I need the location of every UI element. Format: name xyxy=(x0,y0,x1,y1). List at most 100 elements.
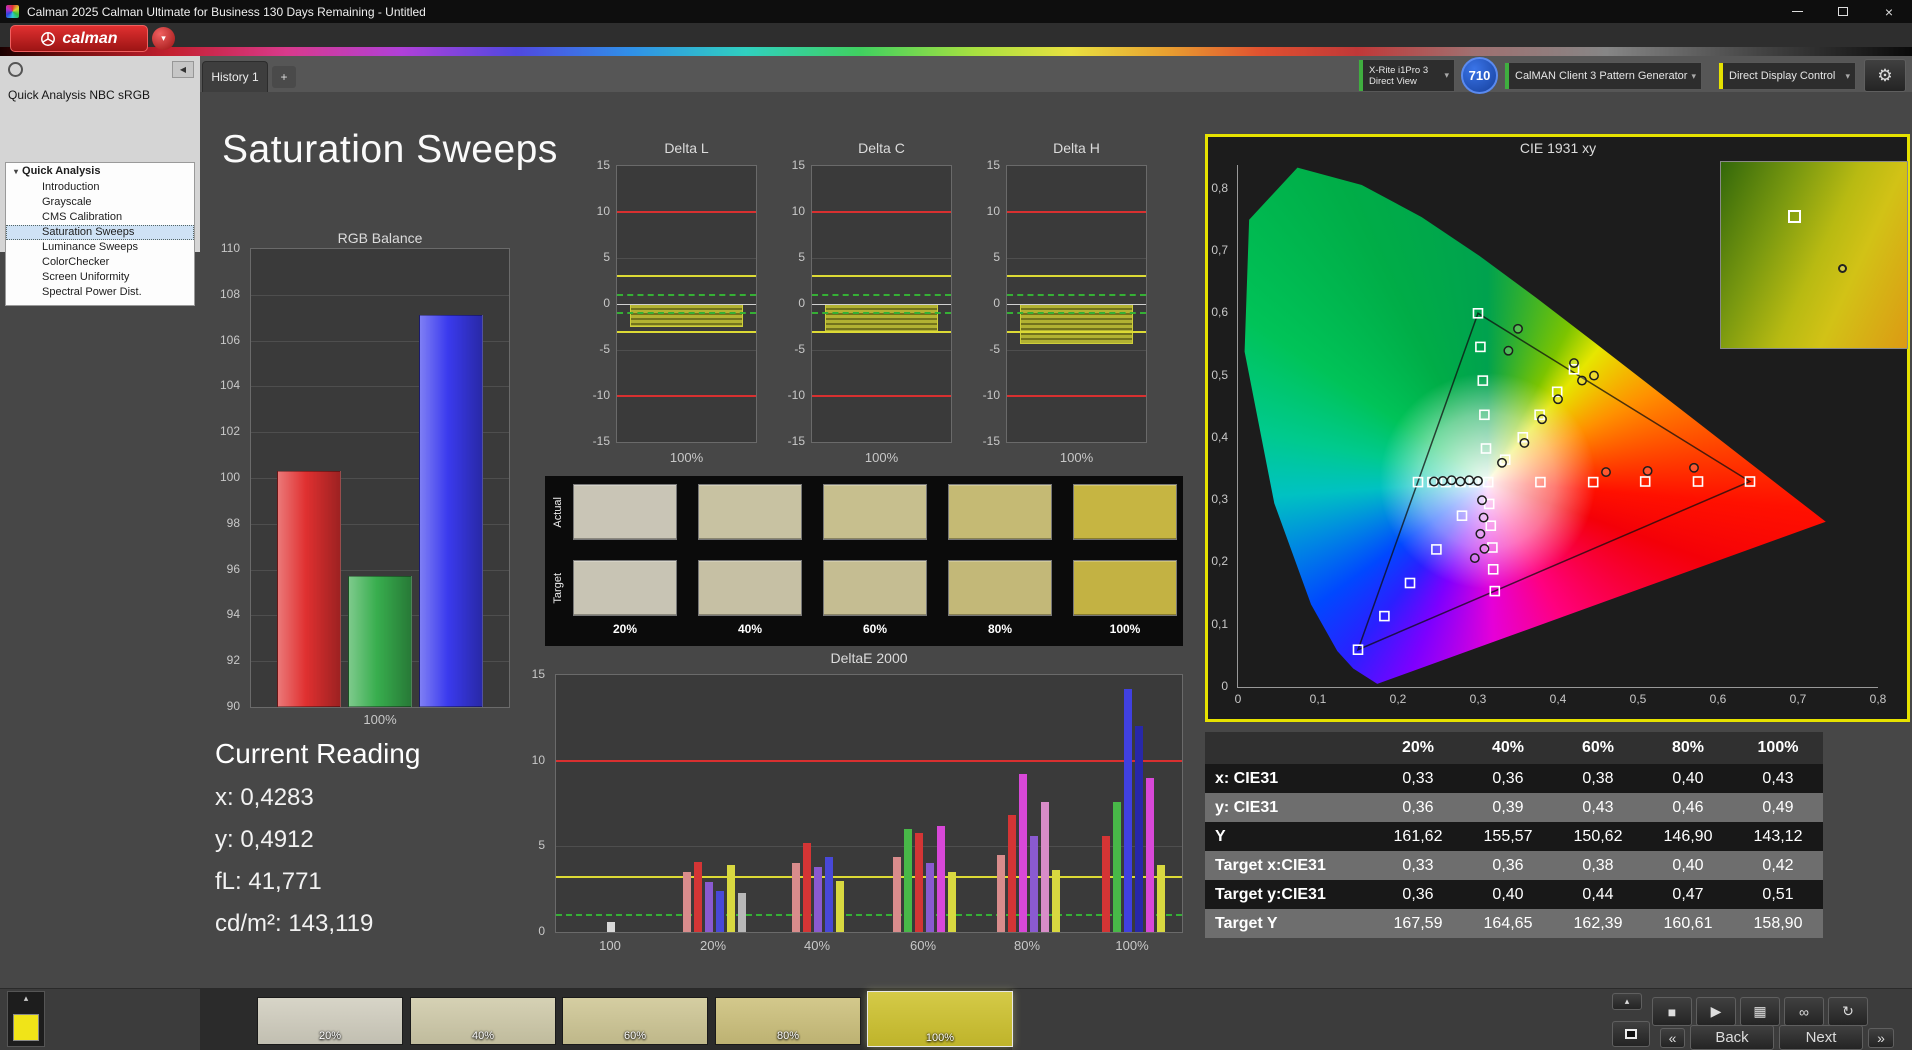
play-button[interactable]: ▶ xyxy=(1696,997,1736,1026)
ref-line-green xyxy=(1007,312,1146,315)
cie-xtick: 0,2 xyxy=(1389,692,1407,706)
tree-root-quick-analysis[interactable]: ▾ Quick Analysis xyxy=(6,163,194,180)
minimize-button[interactable] xyxy=(1774,0,1820,23)
back-button[interactable]: Back xyxy=(1690,1025,1774,1050)
tray-button[interactable]: ▴ xyxy=(1612,993,1642,1010)
ytick: 10 xyxy=(596,204,610,218)
skip-back-button[interactable]: « xyxy=(1660,1028,1685,1048)
source-status-stripe xyxy=(1505,63,1509,89)
ytick: 15 xyxy=(986,158,1000,172)
de-ytick: 15 xyxy=(531,667,545,681)
patch-col-label: 60% xyxy=(862,622,888,636)
close-button[interactable]: × xyxy=(1866,0,1912,23)
deltae-bar xyxy=(1052,870,1060,932)
zero-line xyxy=(617,304,756,305)
meter-status-stripe xyxy=(1359,60,1363,91)
table-cell: 0,40 xyxy=(1672,769,1704,787)
deltae-bar xyxy=(1019,774,1027,932)
sidebar-item-cms-calibration[interactable]: CMS Calibration xyxy=(6,210,194,225)
table-col-header: 100% xyxy=(1757,739,1799,756)
sidebar-collapse-button[interactable]: ◀ xyxy=(172,61,194,78)
maximize-button[interactable] xyxy=(1820,0,1866,23)
stop-button[interactable]: ■ xyxy=(1652,997,1692,1026)
skip-forward-button[interactable]: » xyxy=(1868,1028,1894,1048)
table-cell: 0,46 xyxy=(1672,798,1704,816)
pattern-source-selector[interactable]: CalMAN Client 3 Pattern Generator ▾ xyxy=(1504,62,1702,90)
ytick: 5 xyxy=(993,250,1000,264)
cie-x-ticks: 0 0,1 0,2 0,3 0,4 0,5 0,6 0,7 0,8 xyxy=(1235,692,1887,708)
pattern-thumb-40%[interactable]: 40% xyxy=(410,997,556,1045)
table-col-header: 40% xyxy=(1491,739,1525,756)
rgb-balance-title: RGB Balance xyxy=(337,230,423,246)
display-control-selector[interactable]: Direct Display Control ▾ xyxy=(1718,62,1856,90)
refresh-button[interactable]: ↻ xyxy=(1828,997,1868,1026)
delta-bar xyxy=(824,304,939,333)
table-cell: 0,36 xyxy=(1402,798,1434,816)
pattern-thumb-100%[interactable]: 100% xyxy=(867,991,1013,1047)
table-row: Target x:CIE31 0,33 0,36 0,38 0,40 0,42 xyxy=(1205,851,1823,880)
pattern-thumb-80%[interactable]: 80% xyxy=(715,997,861,1045)
deltae-title: DeltaE 2000 xyxy=(830,650,908,666)
table-header-row: 20% 40% 60% 80% 100% xyxy=(1205,732,1823,764)
ref-line-yellow xyxy=(1007,275,1146,278)
patch-col-label: 100% xyxy=(1109,622,1141,636)
ref-line-red xyxy=(1007,211,1146,213)
deltae-bar xyxy=(915,833,923,932)
bottom-bar: 20% 40% 60% 80% 100% ▴ ▴ ■ ▶ ▦ ∞ ↻ « Back Ne… xyxy=(0,988,1912,1050)
table-cell: 0,36 xyxy=(1492,856,1524,874)
table-cell: 0,33 xyxy=(1402,856,1434,874)
ytick: 0 xyxy=(798,296,805,310)
pattern-swatch-box[interactable]: ▴ xyxy=(7,991,45,1047)
cie-xtick: 0,1 xyxy=(1309,692,1327,706)
ref-line-yellow xyxy=(812,275,951,278)
sidebar-item-saturation-sweeps[interactable]: Saturation Sweeps xyxy=(6,225,194,240)
ytick: -10 xyxy=(592,388,610,402)
tab-history-1[interactable]: History 1 xyxy=(202,61,268,92)
logo-menu-button[interactable]: ▾ xyxy=(152,27,175,50)
settings-button[interactable]: ⚙ xyxy=(1864,59,1906,92)
ref-line-yellow xyxy=(812,330,951,333)
gridline xyxy=(617,258,756,259)
rgb-ytick: 94 xyxy=(226,607,240,622)
sidebar-item-spectral-power-dist-[interactable]: Spectral Power Dist. xyxy=(6,285,194,300)
tab-add-button[interactable]: + xyxy=(272,66,296,88)
next-button[interactable]: Next xyxy=(1779,1025,1863,1050)
meter-selector[interactable]: X-Rite i1Pro 3 Direct View ▾ xyxy=(1358,59,1455,92)
sidebar-item-colorchecker[interactable]: ColorChecker xyxy=(6,255,194,270)
table-cell: 0,38 xyxy=(1582,769,1614,787)
sidebar-item-luminance-sweeps[interactable]: Luminance Sweeps xyxy=(6,240,194,255)
rgb-balance-plot xyxy=(250,248,510,708)
cie-y-ticks: 0 0,1 0,2 0,3 0,4 0,5 0,6 0,7 0,8 xyxy=(1196,165,1234,693)
ytick: 10 xyxy=(791,204,805,218)
sidebar-item-screen-uniformity[interactable]: Screen Uniformity xyxy=(6,270,194,285)
patch-col-label: 20% xyxy=(612,622,638,636)
cie-zoom-inset xyxy=(1720,161,1908,349)
deltae-bar xyxy=(683,872,691,932)
chevron-down-icon: ▾ xyxy=(1444,70,1449,80)
patch-size-badge[interactable]: 710 xyxy=(1461,57,1498,94)
back-label: Back xyxy=(1715,1029,1749,1046)
sidebar-item-grayscale[interactable]: Grayscale xyxy=(6,195,194,210)
badge-value: 710 xyxy=(1468,68,1491,83)
link-button[interactable]: ∞ xyxy=(1784,997,1824,1026)
target-patch-80% xyxy=(948,560,1052,616)
workflow-options-button[interactable] xyxy=(8,62,23,77)
delta-xlabel: 100% xyxy=(1059,450,1094,465)
sidebar-item-introduction[interactable]: Introduction xyxy=(6,180,194,195)
patch-col-label: 40% xyxy=(737,622,763,636)
thumb-label: 40% xyxy=(471,1030,495,1042)
table-cell: 0,44 xyxy=(1582,885,1614,903)
table-row-label: Target Y xyxy=(1215,914,1278,932)
pattern-thumb-60%[interactable]: 60% xyxy=(562,997,708,1045)
pattern-thumb-20%[interactable]: 20% xyxy=(257,997,403,1045)
deltae-bar xyxy=(1135,726,1143,932)
table-row-label: Y xyxy=(1215,827,1226,845)
display-window-button[interactable] xyxy=(1612,1021,1650,1047)
table-cell: 0,43 xyxy=(1762,769,1794,787)
rgb-bar-green xyxy=(348,576,412,707)
actual-patch-60% xyxy=(823,484,927,540)
chart-title: Delta C xyxy=(858,140,905,156)
rgb-bar-blue xyxy=(419,315,483,707)
delta-plot xyxy=(811,165,952,443)
save-button[interactable]: ▦ xyxy=(1740,997,1780,1026)
